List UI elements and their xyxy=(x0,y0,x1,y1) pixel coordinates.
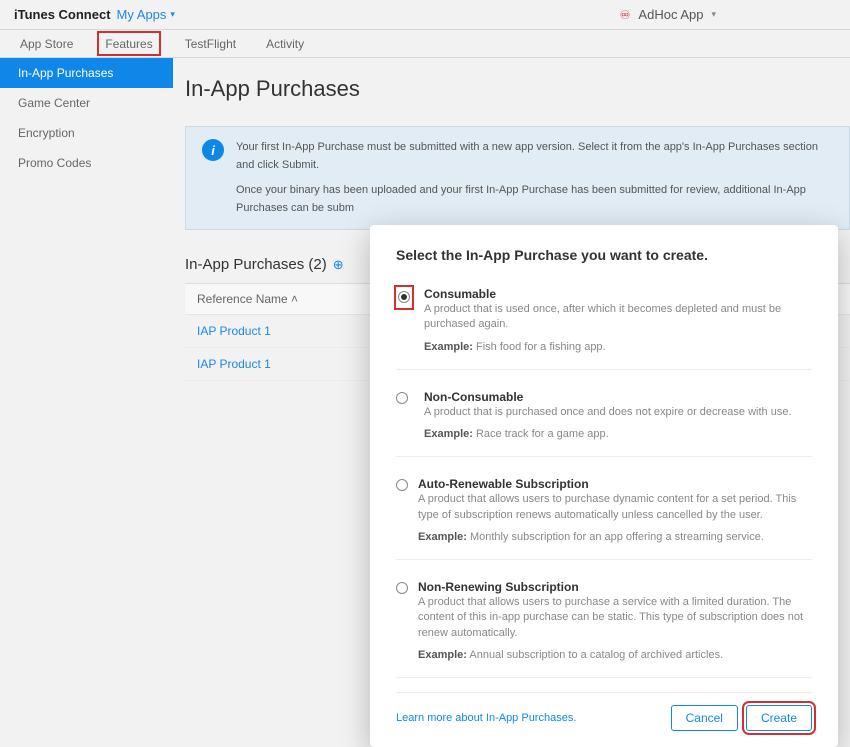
sidebar-item-iap[interactable]: In-App Purchases xyxy=(0,58,173,88)
modal-title: Select the In-App Purchase you want to c… xyxy=(396,247,812,263)
example-text: Fish food for a fishing app. xyxy=(473,341,606,353)
learn-more-link[interactable]: Learn more about In-App Purchases. xyxy=(396,712,576,724)
sidebar-item-encryption[interactable]: Encryption xyxy=(0,118,173,148)
topbar: iTunes Connect My Apps ▾ ♾ AdHoc App ▾ xyxy=(0,0,850,30)
tab-app-store[interactable]: App Store xyxy=(14,30,79,57)
example-text: Race track for a game app. xyxy=(473,428,609,440)
chevron-down-icon: ▾ xyxy=(170,9,175,20)
info-line1: Your first In-App Purchase must be submi… xyxy=(236,139,833,174)
subheading-label: In-App Purchases (2) xyxy=(185,256,327,273)
option-desc: A product that allows users to purchase … xyxy=(418,492,812,523)
radio-consumable[interactable] xyxy=(398,291,410,303)
sidebar: In-App Purchases Game Center Encryption … xyxy=(0,58,173,623)
radio-autorenew[interactable] xyxy=(396,479,408,491)
adhoc-label: AdHoc App xyxy=(638,7,703,22)
radio-nonrenew[interactable] xyxy=(396,582,408,594)
option-autorenew[interactable]: Auto-Renewable Subscription A product th… xyxy=(396,471,812,560)
info-banner: i Your first In-App Purchase must be sub… xyxy=(185,126,850,230)
example-label: Example: xyxy=(424,341,473,353)
tab-testflight[interactable]: TestFlight xyxy=(179,30,242,57)
example-label: Example: xyxy=(418,531,467,543)
my-apps-dropdown[interactable]: My Apps ▾ xyxy=(117,7,175,22)
radio-nonconsumable[interactable] xyxy=(396,392,408,404)
option-desc: A product that is used once, after which… xyxy=(424,302,812,333)
sidebar-item-gamecenter[interactable]: Game Center xyxy=(0,88,173,118)
option-title: Auto-Renewable Subscription xyxy=(418,477,812,491)
app-title: iTunes Connect xyxy=(14,7,111,22)
option-title: Non-Consumable xyxy=(424,390,792,404)
option-title: Consumable xyxy=(424,287,812,301)
chevron-down-icon: ▾ xyxy=(711,9,716,20)
option-example: Example: Monthly subscription for an app… xyxy=(418,531,812,543)
modal-footer: Learn more about In-App Purchases. Cance… xyxy=(396,692,812,731)
link-icon: ♾ xyxy=(620,8,631,22)
example-label: Example: xyxy=(424,428,473,440)
adhoc-app-dropdown[interactable]: ♾ AdHoc App ▾ xyxy=(620,7,836,22)
option-example: Example: Annual subscription to a catalo… xyxy=(418,649,812,661)
sidebar-item-promo[interactable]: Promo Codes xyxy=(0,148,173,178)
page-title: In-App Purchases xyxy=(185,76,850,102)
topbar-left: iTunes Connect My Apps ▾ xyxy=(14,7,175,22)
option-desc: A product that is purchased once and doe… xyxy=(424,405,792,420)
option-example: Example: Race track for a game app. xyxy=(424,428,792,440)
option-example: Example: Fish food for a fishing app. xyxy=(424,341,812,353)
option-nonrenew[interactable]: Non-Renewing Subscription A product that… xyxy=(396,574,812,678)
info-text: Your first In-App Purchase must be submi… xyxy=(236,139,833,217)
option-nonconsumable[interactable]: Non-Consumable A product that is purchas… xyxy=(396,384,812,457)
example-text: Annual subscription to a catalog of arch… xyxy=(467,649,723,661)
create-iap-modal: Select the In-App Purchase you want to c… xyxy=(370,225,838,747)
my-apps-label: My Apps xyxy=(117,7,167,22)
option-consumable[interactable]: Consumable A product that is used once, … xyxy=(396,281,812,370)
example-text: Monthly subscription for an app offering… xyxy=(467,531,764,543)
tab-features[interactable]: Features xyxy=(97,31,160,56)
tab-activity[interactable]: Activity xyxy=(260,30,310,57)
info-icon: i xyxy=(202,139,224,161)
create-button[interactable]: Create xyxy=(746,705,812,731)
add-iap-icon[interactable]: ⊕ xyxy=(333,257,344,273)
option-desc: A product that allows users to purchase … xyxy=(418,595,812,641)
tabs-row: App Store Features TestFlight Activity xyxy=(0,30,850,58)
example-label: Example: xyxy=(418,649,467,661)
cancel-button[interactable]: Cancel xyxy=(671,705,738,731)
option-title: Non-Renewing Subscription xyxy=(418,580,812,594)
info-line2: Once your binary has been uploaded and y… xyxy=(236,182,833,217)
